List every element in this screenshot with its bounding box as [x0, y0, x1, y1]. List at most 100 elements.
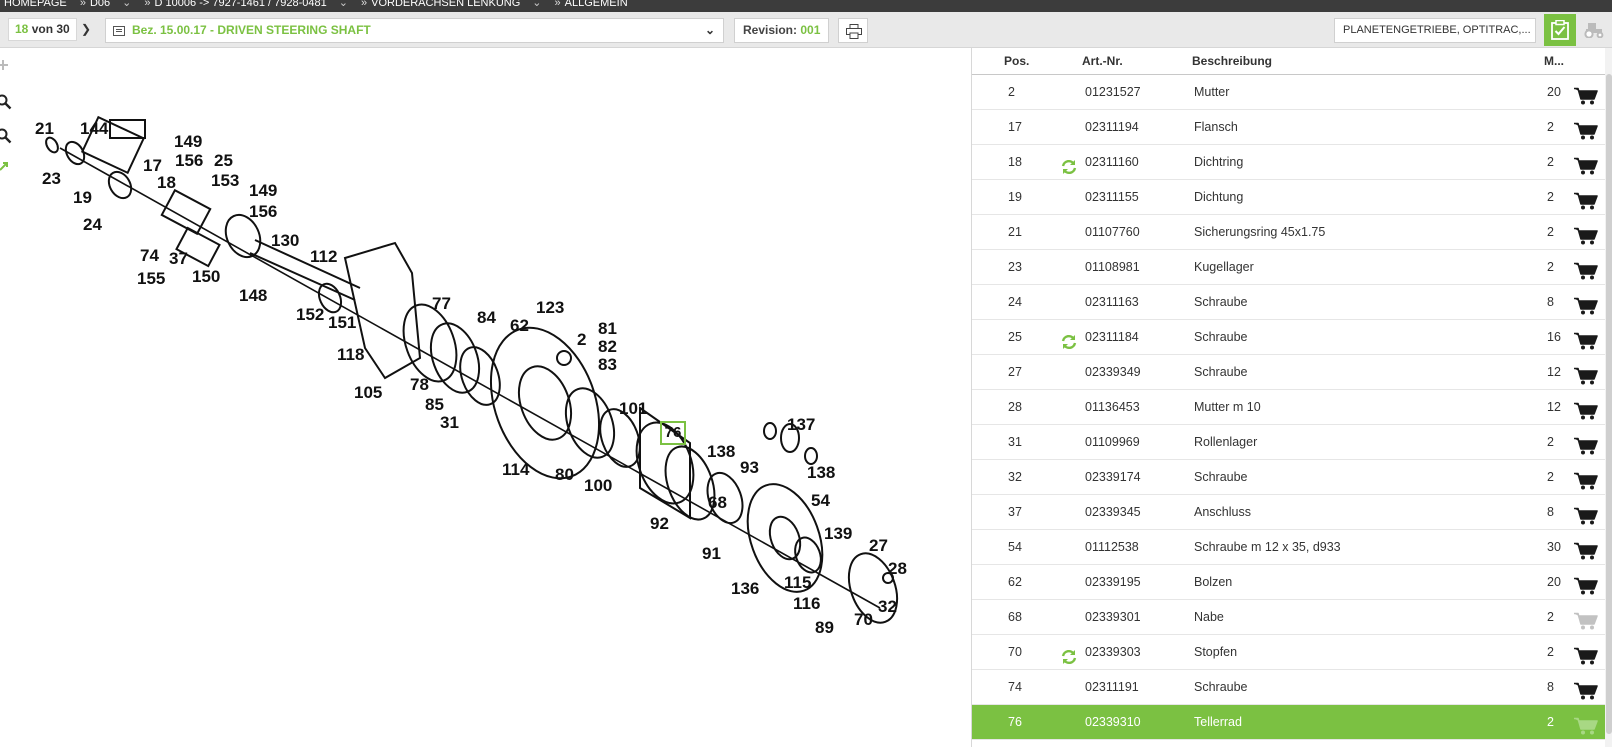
callout-label[interactable]: 155: [137, 269, 165, 288]
callout-label[interactable]: 18: [157, 173, 176, 192]
callout-label[interactable]: 93: [740, 458, 759, 477]
callout-label[interactable]: 78: [410, 375, 429, 394]
callout-label[interactable]: 138: [807, 463, 835, 482]
callout-label[interactable]: 27: [869, 536, 888, 555]
callout-label[interactable]: 70: [854, 610, 873, 629]
callout-label[interactable]: 82: [598, 337, 617, 356]
callout-label[interactable]: 149: [249, 181, 277, 200]
table-row[interactable]: 25 02311184 Schraube 16: [972, 320, 1612, 355]
callout-label[interactable]: 101: [619, 399, 647, 418]
add-to-cart-icon[interactable]: [1574, 469, 1598, 490]
callout-label[interactable]: 89: [815, 618, 834, 637]
callout-label[interactable]: 80: [555, 465, 574, 484]
add-to-cart-icon[interactable]: [1574, 539, 1598, 560]
callout-label[interactable]: 23: [42, 169, 61, 188]
tractor-icon[interactable]: [1583, 22, 1605, 38]
column-header-quantity[interactable]: M...: [1544, 48, 1564, 74]
add-to-cart-icon[interactable]: [1574, 399, 1598, 420]
column-header-pos[interactable]: Pos.: [1004, 48, 1029, 74]
breadcrumb-item-subgroup[interactable]: » ALLGEMEIN: [555, 0, 628, 9]
table-row[interactable]: 74 02311191 Schraube 8: [972, 670, 1612, 705]
add-to-cart-icon[interactable]: [1574, 119, 1598, 140]
callout-label[interactable]: 144: [80, 119, 109, 138]
clipboard-button[interactable]: [1544, 14, 1576, 46]
callout-label[interactable]: 68: [708, 493, 727, 512]
callout-label[interactable]: 137: [787, 415, 815, 434]
callout-label[interactable]: 62: [510, 316, 529, 335]
table-row[interactable]: 68 02339301 Nabe 2: [972, 600, 1612, 635]
table-row[interactable]: 54 01112538 Schraube m 12 x 35, d933 30: [972, 530, 1612, 565]
breadcrumb-item-home[interactable]: HOMEPAGE: [4, 0, 67, 9]
callout-label[interactable]: 139: [824, 524, 852, 543]
add-to-cart-icon[interactable]: [1574, 189, 1598, 210]
breadcrumb-item-series[interactable]: » D 10006 -> 7927-1461 / 7928-0481 ⌄: [144, 0, 348, 9]
callout-label[interactable]: 115: [784, 573, 811, 592]
add-to-cart-icon[interactable]: [1574, 609, 1598, 630]
callout-label[interactable]: 21: [35, 119, 54, 138]
breadcrumb-item-model[interactable]: » D06 ⌄: [80, 0, 132, 9]
drawing-viewer[interactable]: 21 144 23 19 17 18 24 149 156 25 153 149…: [0, 48, 970, 747]
callout-label[interactable]: 130: [271, 231, 299, 250]
callout-label[interactable]: 32: [878, 597, 897, 616]
table-row[interactable]: 31 01109969 Rollenlager 2: [972, 425, 1612, 460]
callout-label[interactable]: 92: [650, 514, 669, 533]
add-to-cart-icon[interactable]: [1574, 644, 1598, 665]
drawing-select[interactable]: Bez. 15.00.17 - DRIVEN STEERING SHAFT ⌄: [105, 18, 724, 43]
callout-label[interactable]: 153: [211, 171, 239, 190]
add-to-cart-icon[interactable]: [1574, 714, 1598, 735]
callout-label[interactable]: 91: [702, 544, 721, 563]
table-row[interactable]: 19 02311155 Dichtung 2: [972, 180, 1612, 215]
column-header-art-nr[interactable]: Art.-Nr.: [1082, 48, 1123, 74]
add-to-cart-icon[interactable]: [1574, 259, 1598, 280]
callout-label[interactable]: 116: [793, 594, 820, 613]
callout-label[interactable]: 156: [175, 151, 203, 170]
callout-label[interactable]: 138: [707, 442, 735, 461]
callout-label[interactable]: 28: [888, 559, 907, 578]
callout-label[interactable]: 19: [73, 188, 92, 207]
add-to-cart-icon[interactable]: [1574, 329, 1598, 350]
callout-label[interactable]: 112: [310, 247, 337, 266]
callout-label[interactable]: 150: [192, 267, 220, 286]
callout-label[interactable]: 85: [425, 395, 444, 414]
filter-field[interactable]: PLANETENGETRIEBE, OPTITRAC,...: [1334, 18, 1536, 43]
add-to-cart-icon[interactable]: [1574, 504, 1598, 525]
table-row[interactable]: 32 02339174 Schraube 2: [972, 460, 1612, 495]
callout-label[interactable]: 31: [440, 413, 459, 432]
callout-76-selected[interactable]: 76: [660, 421, 686, 445]
callout-label[interactable]: 148: [239, 286, 267, 305]
callout-label[interactable]: 74: [140, 246, 159, 265]
print-button[interactable]: [838, 18, 868, 43]
callout-label[interactable]: 2: [577, 330, 586, 349]
callout-label[interactable]: 54: [811, 491, 830, 510]
add-to-cart-icon[interactable]: [1574, 679, 1598, 700]
callout-label[interactable]: 24: [83, 215, 102, 234]
callout-label[interactable]: 81: [598, 319, 617, 338]
add-to-cart-icon[interactable]: [1574, 574, 1598, 595]
table-row[interactable]: 37 02339345 Anschluss 8: [972, 495, 1612, 530]
callout-label[interactable]: 83: [598, 355, 617, 374]
add-to-cart-icon[interactable]: [1574, 224, 1598, 245]
table-row[interactable]: 18 02311160 Dichtring 2: [972, 145, 1612, 180]
scrollbar[interactable]: [1605, 48, 1612, 747]
table-row[interactable]: 76 02339310 Tellerrad 2: [972, 705, 1612, 740]
callout-label[interactable]: 77: [432, 294, 451, 313]
breadcrumb-item-group[interactable]: » VORDERACHSEN LENKUNG ⌄: [361, 0, 541, 9]
table-row[interactable]: 28 01136453 Mutter m 10 12: [972, 390, 1612, 425]
add-to-cart-icon[interactable]: [1574, 154, 1598, 175]
callout-label[interactable]: 114: [502, 460, 530, 479]
callout-label[interactable]: 25: [214, 151, 233, 170]
callout-label[interactable]: 100: [584, 476, 612, 495]
table-row[interactable]: 27 02339349 Schraube 12: [972, 355, 1612, 390]
substitute-refresh-icon[interactable]: [1061, 329, 1077, 350]
scrollbar-thumb[interactable]: [1606, 74, 1612, 734]
callout-label[interactable]: 152: [296, 305, 324, 324]
table-row[interactable]: 62 02339195 Bolzen 20: [972, 565, 1612, 600]
table-row[interactable]: 70 02339303 Stopfen 2: [972, 635, 1612, 670]
substitute-refresh-icon[interactable]: [1061, 644, 1077, 665]
table-row[interactable]: 17 02311194 Flansch 2: [972, 110, 1612, 145]
next-drawing-button[interactable]: ❯: [76, 18, 96, 41]
substitute-refresh-icon[interactable]: [1061, 154, 1077, 175]
callout-label[interactable]: 156: [249, 202, 277, 221]
callout-label[interactable]: 149: [174, 132, 202, 151]
add-to-cart-icon[interactable]: [1574, 294, 1598, 315]
